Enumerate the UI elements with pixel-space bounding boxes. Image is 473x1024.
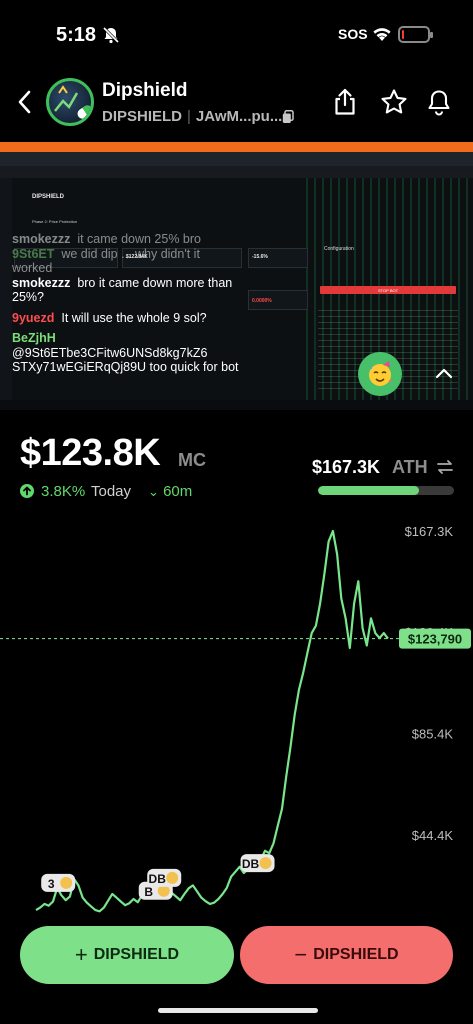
market-cap-value: $123.8K [20,432,161,474]
wifi-icon [372,26,392,47]
chat-username[interactable]: 9yuezd [12,311,54,325]
trader-avatar-icon [60,876,73,889]
chevron-down-icon: ⌄ [148,484,159,499]
sell-button[interactable]: − DIPSHIELD [240,926,453,984]
chat-text: it came down 25% bro [77,232,201,246]
copy-icon[interactable] [282,110,294,129]
stream-supply: 0.0000% [252,298,272,304]
timeframe-label: 60m [163,483,193,500]
ath-progress-bar [318,486,454,495]
stream-browser-tabbar [0,142,473,152]
battery-icon [398,26,433,43]
chevron-up-icon [435,368,453,379]
change-percent: 3.8K% [41,483,86,500]
stream-drawdown: -15.6% [252,254,268,260]
ath-progress-fill [318,486,419,495]
price-line-series [35,529,389,913]
stream-app-sidebar [0,178,12,400]
stream-taskbar [0,400,473,410]
stream-config-title: Configuration [324,246,354,252]
trade-marker-label: 3 [48,877,55,891]
sos-indicator: SOS [338,26,368,42]
stream-browser-bookmarks [0,166,473,178]
timeframe-selector[interactable]: ⌄ 60m [148,483,192,500]
trade-marker-label: B [144,885,153,899]
token-ticker: DIPSHIELD [102,108,183,125]
buy-button[interactable]: + DIPSHIELD [20,926,234,984]
stream-app-phase: Phase 2: Price Protection [32,219,78,224]
chat-message: BeZjhH @9St6ETbe3CFitw6UNSd8kg7kZ6 STXy71… [12,331,242,375]
chat-text: @9St6ETbe3CFitw6UNSd8kg7kZ6 STXy71wEGiER… [12,345,239,375]
y-tick-label: $44.4K [412,828,454,843]
sell-button-label: DIPSHIELD [313,946,399,963]
share-button[interactable] [332,88,360,116]
token-name: Dipshield [102,80,188,101]
minus-icon: − [294,942,308,967]
token-address: JAwM...pu... [195,108,283,125]
status-bar: 5:18 SOS [0,0,473,64]
reaction-button[interactable] [358,352,402,396]
token-avatar [46,78,94,126]
chat-message: 9St6ET we did dip ... why didn't it work… [12,247,242,276]
battery-level [402,30,405,39]
change-period: Today [91,483,132,500]
current-price-label: $123,790 [408,632,462,647]
trade-marker-label: DB [149,872,167,886]
ath-value: $167.3K [312,457,381,477]
stream-browser-urlbar [0,152,473,166]
ath-unit: ATH [392,457,428,477]
arrow-up-circle-icon [20,484,34,498]
stream-red-button: STOP BOT [320,286,456,294]
swap-arrows-icon[interactable] [436,458,454,481]
party-face-icon [369,361,392,386]
silent-mode-icon [102,26,120,49]
trader-avatar-icon [166,871,179,884]
chat-message: 9yuezd It will use the whole 9 sol? [12,311,242,326]
chat-text: It will use the whole 9 sol? [61,310,207,325]
live-chat-overlay: smokezzz it came down 25% bro 9St6ET we … [12,232,242,375]
stream-app-logo: DIPSHIELD [32,194,65,200]
favorite-star-button[interactable] [380,88,408,116]
chat-message: smokezzz bro it came down more than 25%? [12,276,242,305]
livestream-panel[interactable]: DIPSHIELD Phase 2: Price Protection $122… [0,142,473,410]
chat-username[interactable]: smokezzz [12,276,70,290]
token-header: Dipshield DIPSHIELD | JAwM...pu... [0,72,473,134]
stream-red-button-label: STOP BOT [378,288,399,293]
y-tick-label: $167.3K [405,524,454,539]
plus-icon: + [74,942,88,967]
market-cap-unit: MC [178,450,206,470]
clock: 5:18 [56,24,97,46]
trade-marker-label: DB [242,857,260,871]
chat-message: smokezzz it came down 25% bro [12,232,242,247]
notification-bell-button[interactable] [426,88,454,116]
back-button[interactable] [14,88,36,116]
y-tick-label: $85.4K [412,727,454,742]
buy-button-label: DIPSHIELD [93,946,180,963]
chat-username[interactable]: smokezzz [12,232,70,246]
chat-username[interactable]: 9St6ET [12,247,54,261]
price-chart[interactable]: $167.3K$126.4K$85.4K$44.4K$123,7903BDBDB [0,515,473,925]
home-indicator[interactable] [158,1008,318,1013]
trader-avatar-icon [259,857,272,870]
collapse-stream-button[interactable] [430,360,458,388]
token-ticker-row: DIPSHIELD | JAwM...pu... [102,108,283,125]
chat-username[interactable]: BeZjhH [12,331,242,346]
